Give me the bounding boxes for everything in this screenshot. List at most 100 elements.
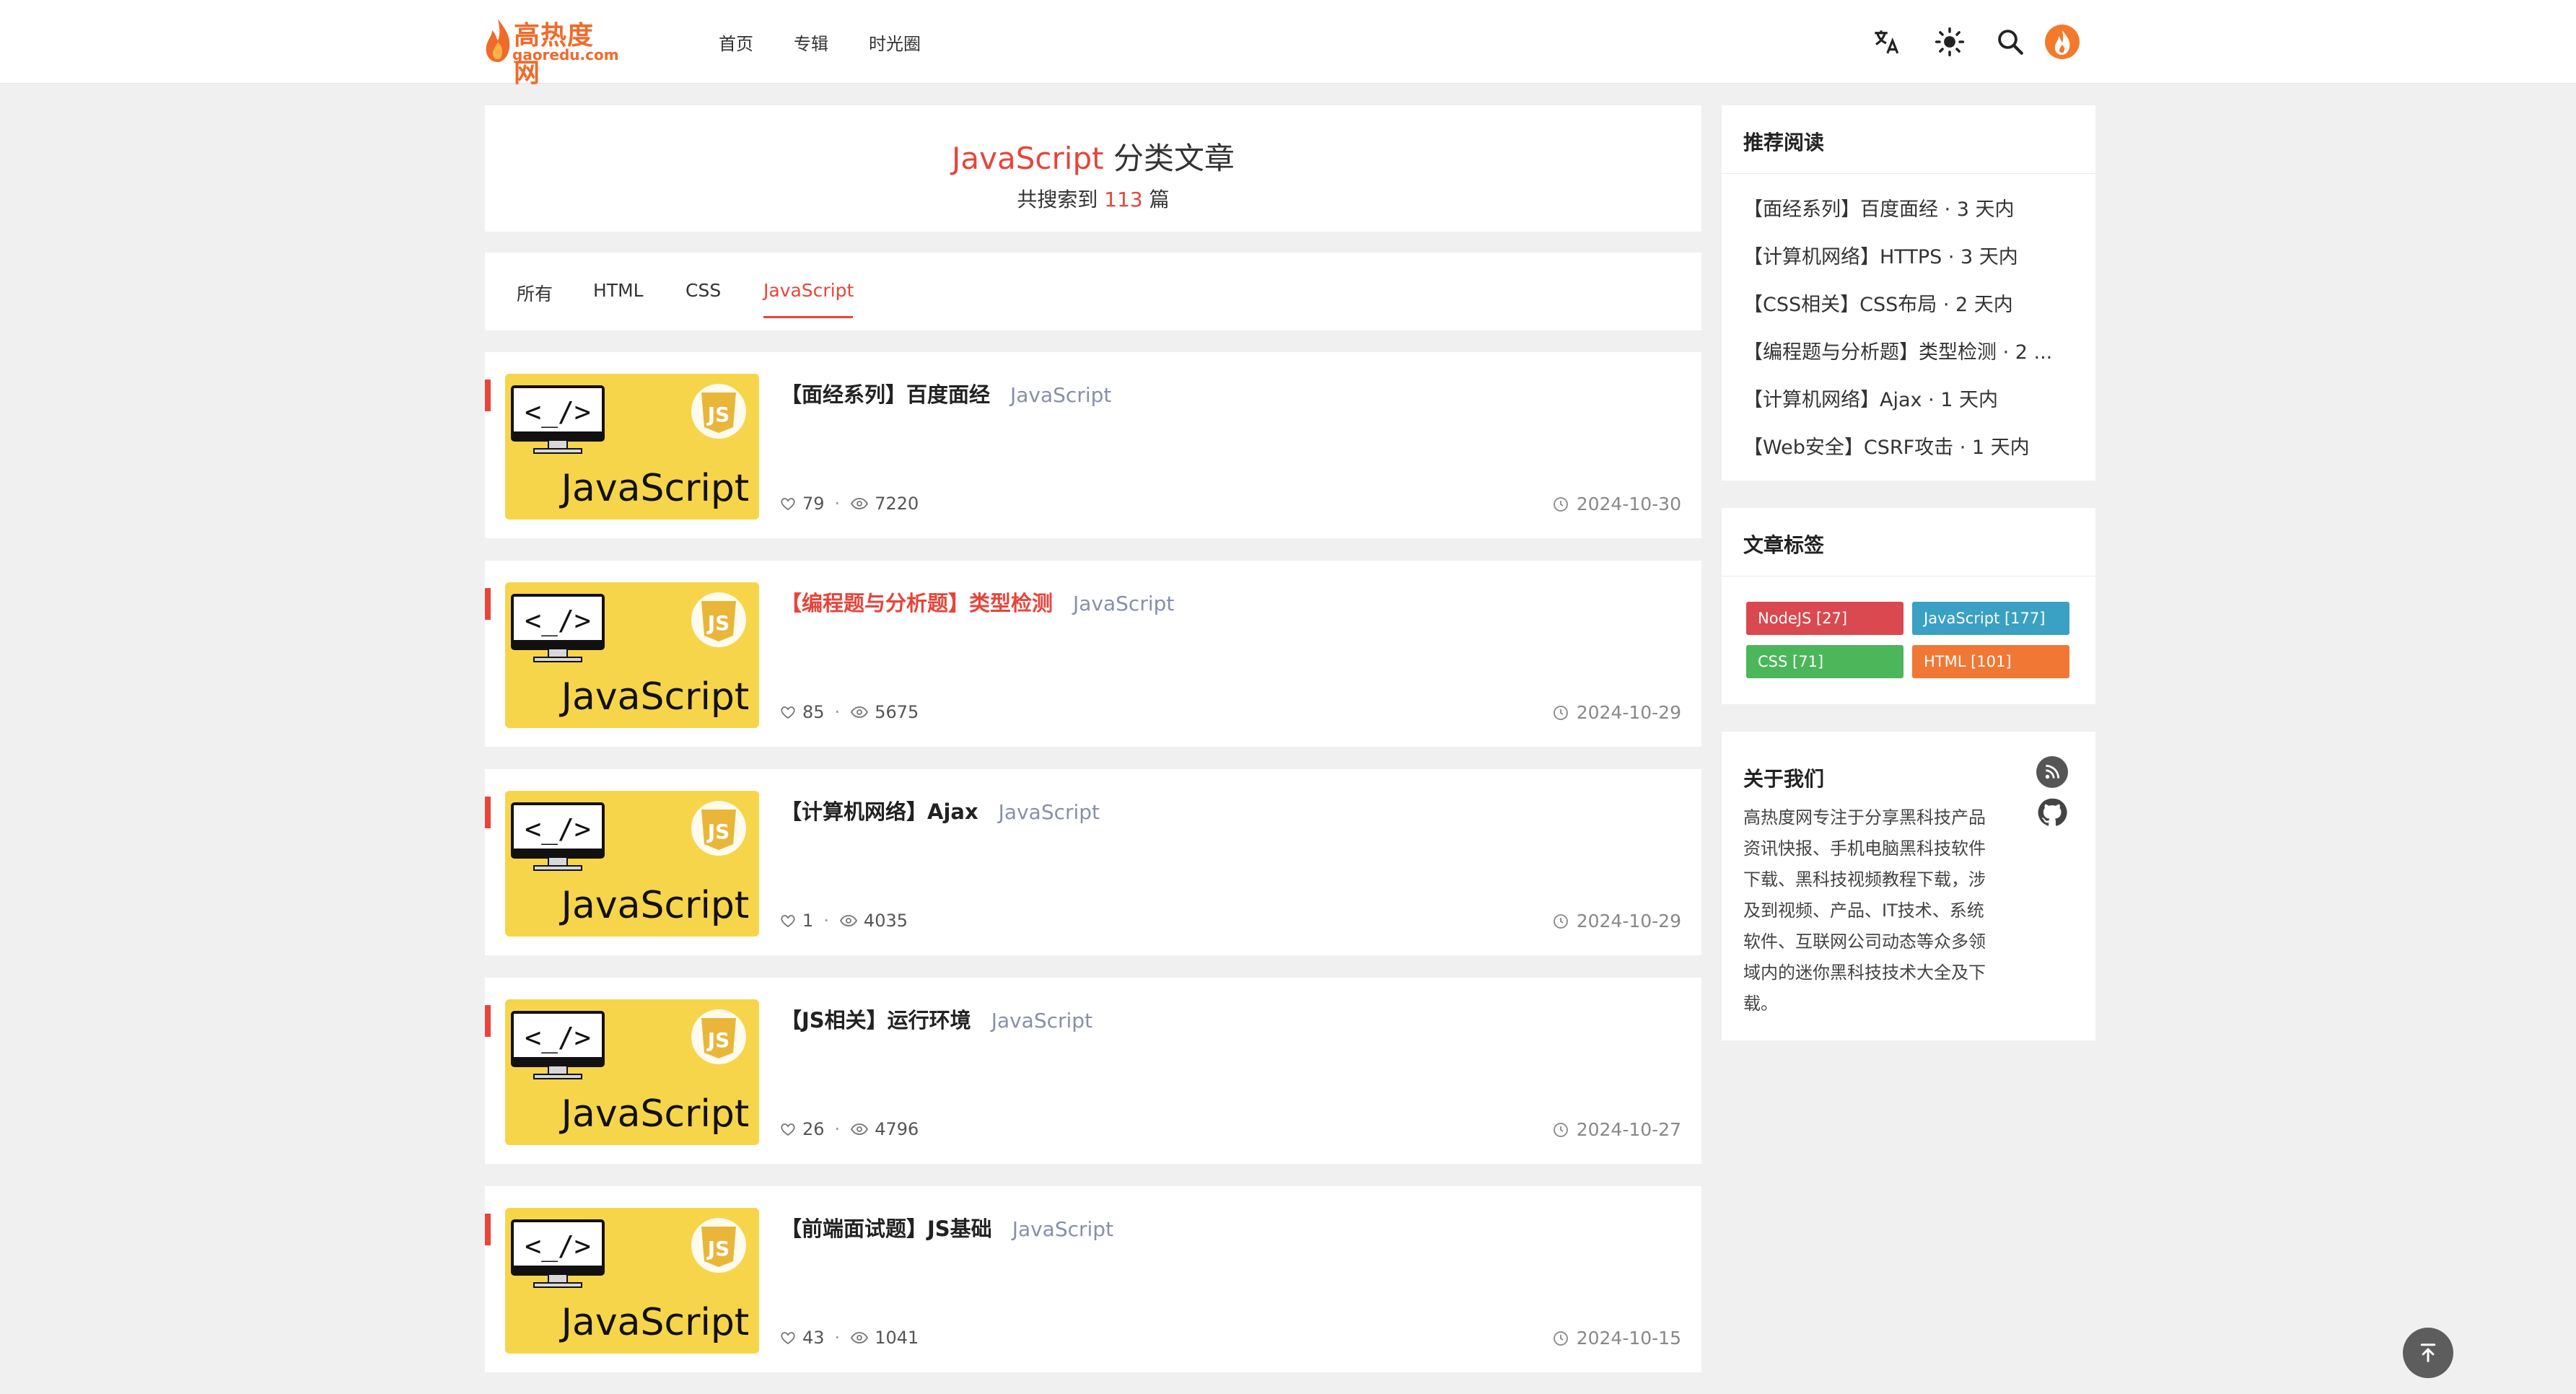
recommend-item[interactable]: 【计算机网络】HTTPS · 3 天内 <box>1743 241 2018 269</box>
post-thumbnail[interactable]: <_/> JS JavaScript <box>505 1208 759 1354</box>
tab-javascript[interactable]: JavaScript <box>763 280 854 301</box>
eye-icon <box>851 498 869 509</box>
eye-icon <box>851 1123 869 1135</box>
post-title-text[interactable]: 【计算机网络】Ajax <box>781 799 978 824</box>
about-panel: 关于我们 高热度网专注于分享黑科技产品资讯快报、手机电脑黑科技软件下载、黑科技视… <box>1722 732 2095 1040</box>
title-category: JavaScript <box>952 141 1104 176</box>
post-title[interactable]: 【面经系列】百度面经 JavaScript <box>781 378 1111 408</box>
heart-icon <box>781 706 795 719</box>
post-title-text[interactable]: 【JS相关】运行环境 <box>781 1008 971 1033</box>
github-icon[interactable] <box>2036 797 2068 828</box>
like-count: 79 <box>802 494 825 514</box>
separator: · <box>834 494 841 514</box>
post-category[interactable]: JavaScript <box>1012 1217 1113 1241</box>
post-category[interactable]: JavaScript <box>999 800 1100 824</box>
thumb-code-text: <_/> <box>525 1230 591 1263</box>
post-card[interactable]: <_/> JS JavaScript 【前端面试题】JS基础 JavaScript… <box>485 1186 1701 1372</box>
post-title-text[interactable]: 【前端面试题】JS基础 <box>781 1217 992 1241</box>
nav-albums[interactable]: 专辑 <box>794 30 828 55</box>
post-meta: 85 · 5675 <box>779 702 919 722</box>
post-title[interactable]: 【计算机网络】Ajax JavaScript <box>781 795 1100 825</box>
javascript-thumbnail-image: <_/> JS JavaScript <box>511 801 749 927</box>
thumb-title-text: JavaScript <box>559 675 750 719</box>
thumb-code-text: <_/> <box>525 396 591 429</box>
post-card[interactable]: <_/> JS JavaScript 【计算机网络】Ajax JavaScript… <box>485 769 1701 955</box>
post-thumbnail[interactable]: <_/> JS JavaScript <box>505 791 759 937</box>
thumb-title-text: JavaScript <box>559 1301 750 1344</box>
post-card[interactable]: <_/> JS JavaScript 【JS相关】运行环境 JavaScript … <box>485 978 1701 1164</box>
tab-html[interactable]: HTML <box>593 280 644 301</box>
recommend-item[interactable]: 【面经系列】百度面经 · 3 天内 <box>1743 193 2015 222</box>
post-marker <box>485 1005 491 1037</box>
category-tabs: 所有 HTML CSS JavaScript <box>485 253 1701 330</box>
post-card[interactable]: <_/> JS JavaScript 【面经系列】百度面经 JavaScript … <box>485 352 1701 538</box>
post-title-text[interactable]: 【编程题与分析题】类型检测 <box>781 591 1053 615</box>
post-thumbnail[interactable]: <_/> JS JavaScript <box>505 582 759 728</box>
post-date: 2024-10-30 <box>1552 494 1681 514</box>
post-title-text[interactable]: 【面经系列】百度面经 <box>781 382 990 407</box>
user-avatar[interactable] <box>2045 25 2080 59</box>
tab-all[interactable]: 所有 <box>517 280 553 306</box>
post-title[interactable]: 【JS相关】运行环境 JavaScript <box>781 1004 1092 1034</box>
post-category[interactable]: JavaScript <box>1073 592 1174 615</box>
tag-html[interactable]: HTML [101] <box>1912 645 2069 678</box>
recommend-item[interactable]: 【Web安全】CSRF攻击 · 1 天内 <box>1743 431 2030 460</box>
site-logo[interactable]: 高热度网 gaoredu.com <box>483 14 619 88</box>
translate-icon[interactable] <box>1869 25 1903 59</box>
like-count: 85 <box>802 702 825 722</box>
view-count: 4796 <box>875 1119 919 1139</box>
post-category[interactable]: JavaScript <box>991 1009 1092 1033</box>
javascript-thumbnail-image: <_/> JS JavaScript <box>511 592 750 719</box>
thumb-badge-text: JS <box>706 611 730 635</box>
divider <box>1722 576 2095 577</box>
separator: · <box>823 911 829 931</box>
recommend-heading: 推荐阅读 <box>1743 131 1825 154</box>
nav-timeline[interactable]: 时光圈 <box>869 30 921 55</box>
tag-nodejs[interactable]: NodeJS [27] <box>1746 602 1903 635</box>
post-date: 2024-10-15 <box>1552 1328 1681 1349</box>
sun-icon[interactable] <box>1932 25 1967 59</box>
nav-home[interactable]: 首页 <box>719 30 753 55</box>
post-card[interactable]: <_/> JS JavaScript 【编程题与分析题】类型检测 JavaScri… <box>485 561 1701 747</box>
tag-css[interactable]: CSS [71] <box>1746 645 1903 678</box>
search-icon[interactable] <box>1993 25 2028 59</box>
post-title[interactable]: 【编程题与分析题】类型检测 JavaScript <box>781 587 1174 617</box>
view-count: 7220 <box>875 494 919 514</box>
category-title-panel: JavaScript 分类文章 共搜索到 113 篇 <box>485 105 1701 232</box>
thumb-code-text: <_/> <box>525 813 591 846</box>
post-thumbnail[interactable]: <_/> JS JavaScript <box>505 999 759 1145</box>
post-meta: 79 · 7220 <box>779 494 919 514</box>
back-to-top-button[interactable] <box>2403 1328 2453 1378</box>
recommend-item[interactable]: 【计算机网络】Ajax · 1 天内 <box>1743 384 1998 412</box>
post-category[interactable]: JavaScript <box>1010 383 1111 407</box>
clock-icon <box>1553 1331 1568 1346</box>
count-number: 113 <box>1104 188 1143 211</box>
recommend-panel: 推荐阅读 【面经系列】百度面经 · 3 天内 【计算机网络】HTTPS · 3 … <box>1722 105 2095 481</box>
recommend-item[interactable]: 【CSS相关】CSS布局 · 2 天内 <box>1743 289 2013 317</box>
like-count: 1 <box>802 911 814 931</box>
thumb-badge-text: JS <box>706 1237 730 1261</box>
recommend-item[interactable]: 【编程题与分析题】类型检测 · 2 ... <box>1743 336 2052 364</box>
separator: · <box>834 1328 841 1348</box>
post-thumbnail[interactable]: <_/> JS JavaScript <box>505 374 759 520</box>
post-date-text: 2024-10-27 <box>1576 1119 1681 1140</box>
post-meta: 1 · 4035 <box>779 911 908 931</box>
post-marker <box>485 797 491 828</box>
divider <box>1722 173 2095 174</box>
about-text: 高热度网专注于分享黑科技产品资讯快报、手机电脑黑科技软件下载、黑科技视频教程下载… <box>1743 807 1986 1014</box>
thumb-badge-text: JS <box>706 403 730 426</box>
post-date-text: 2024-10-29 <box>1576 702 1681 723</box>
rss-icon[interactable] <box>2036 756 2068 788</box>
clock-icon <box>1553 913 1568 929</box>
active-tab-indicator <box>763 316 853 318</box>
clock-icon <box>1553 496 1568 512</box>
post-title[interactable]: 【前端面试题】JS基础 JavaScript <box>781 1212 1113 1242</box>
clock-icon <box>1553 705 1568 720</box>
post-marker <box>485 588 491 620</box>
tags-heading: 文章标签 <box>1743 533 1825 557</box>
heart-icon <box>781 915 795 928</box>
tag-javascript[interactable]: JavaScript [177] <box>1912 602 2069 635</box>
tab-css[interactable]: CSS <box>685 280 721 301</box>
post-date: 2024-10-27 <box>1552 1119 1681 1140</box>
eye-icon <box>851 706 869 718</box>
